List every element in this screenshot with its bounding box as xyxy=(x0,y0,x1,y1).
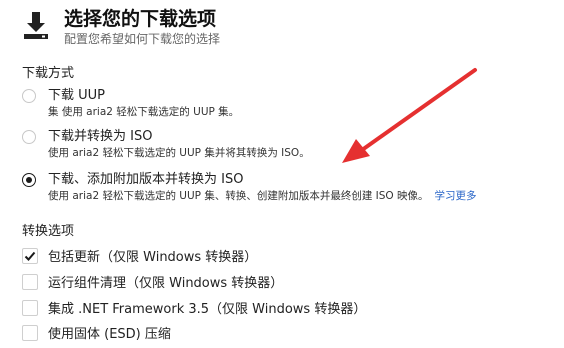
option-description: 使用 aria2 轻松下载选定的 UUP 集并将其转换为 ISO。 xyxy=(48,147,310,159)
option-include-updates[interactable]: 包括更新（仅限 Windows 转换器） xyxy=(22,246,257,265)
option-description-text: 使用 aria2 轻松下载选定的 UUP 集、转换、创建附加版本并最终创建 IS… xyxy=(48,190,429,202)
page-title: 选择您的下载选项 xyxy=(64,8,217,30)
option-integrate-netfx[interactable]: 集成 .NET Framework 3.5（仅限 Windows 转换器） xyxy=(22,298,366,317)
check-label: 集成 .NET Framework 3.5（仅限 Windows 转换器） xyxy=(48,302,367,317)
option-download-convert-iso[interactable]: 下载并转换为 ISO 使用 aria2 轻松下载选定的 UUP 集并将其转换为 … xyxy=(22,127,310,161)
page-subtitle: 配置您希望如何下载您的选择 xyxy=(64,32,221,46)
learn-more-link[interactable]: 学习更多 xyxy=(435,190,477,202)
checkbox-component-cleanup[interactable] xyxy=(22,273,38,290)
checkbox-esd-compression[interactable] xyxy=(22,324,38,341)
radio-download-uup[interactable] xyxy=(22,89,36,103)
option-description: 集 使用 aria2 轻松下载选定的 UUP 集。 xyxy=(48,106,240,118)
option-download-uup[interactable]: 下载 UUP 集 使用 aria2 轻松下载选定的 UUP 集。 xyxy=(22,86,239,120)
conversion-options-label: 转换选项 xyxy=(22,224,75,239)
checkbox-integrate-netfx[interactable] xyxy=(22,299,38,316)
option-label: 下载、添加附加版本并转换为 ISO xyxy=(48,172,244,187)
checkmark-icon xyxy=(24,251,36,261)
radio-download-editions-iso[interactable] xyxy=(22,173,36,187)
option-download-editions-iso[interactable]: 下载、添加附加版本并转换为 ISO 使用 aria2 轻松下载选定的 UUP 集… xyxy=(22,170,477,204)
option-esd-compression[interactable]: 使用固体 (ESD) 压缩 xyxy=(22,323,171,342)
option-description: 使用 aria2 轻松下载选定的 UUP 集、转换、创建附加版本并最终创建 IS… xyxy=(48,189,477,204)
download-method-label: 下载方式 xyxy=(22,66,75,81)
radio-download-convert-iso[interactable] xyxy=(22,130,36,144)
download-icon xyxy=(24,12,48,39)
option-label: 下载并转换为 ISO xyxy=(48,129,153,144)
check-label: 运行组件清理（仅限 Windows 转换器） xyxy=(48,276,284,291)
check-label: 使用固体 (ESD) 压缩 xyxy=(48,327,171,342)
checkbox-include-updates[interactable] xyxy=(22,247,38,264)
option-label: 下载 UUP xyxy=(48,88,106,103)
check-label: 包括更新（仅限 Windows 转换器） xyxy=(48,250,258,265)
page-header: 选择您的下载选项 配置您希望如何下载您的选择 xyxy=(22,8,220,47)
option-component-cleanup[interactable]: 运行组件清理（仅限 Windows 转换器） xyxy=(22,272,283,291)
